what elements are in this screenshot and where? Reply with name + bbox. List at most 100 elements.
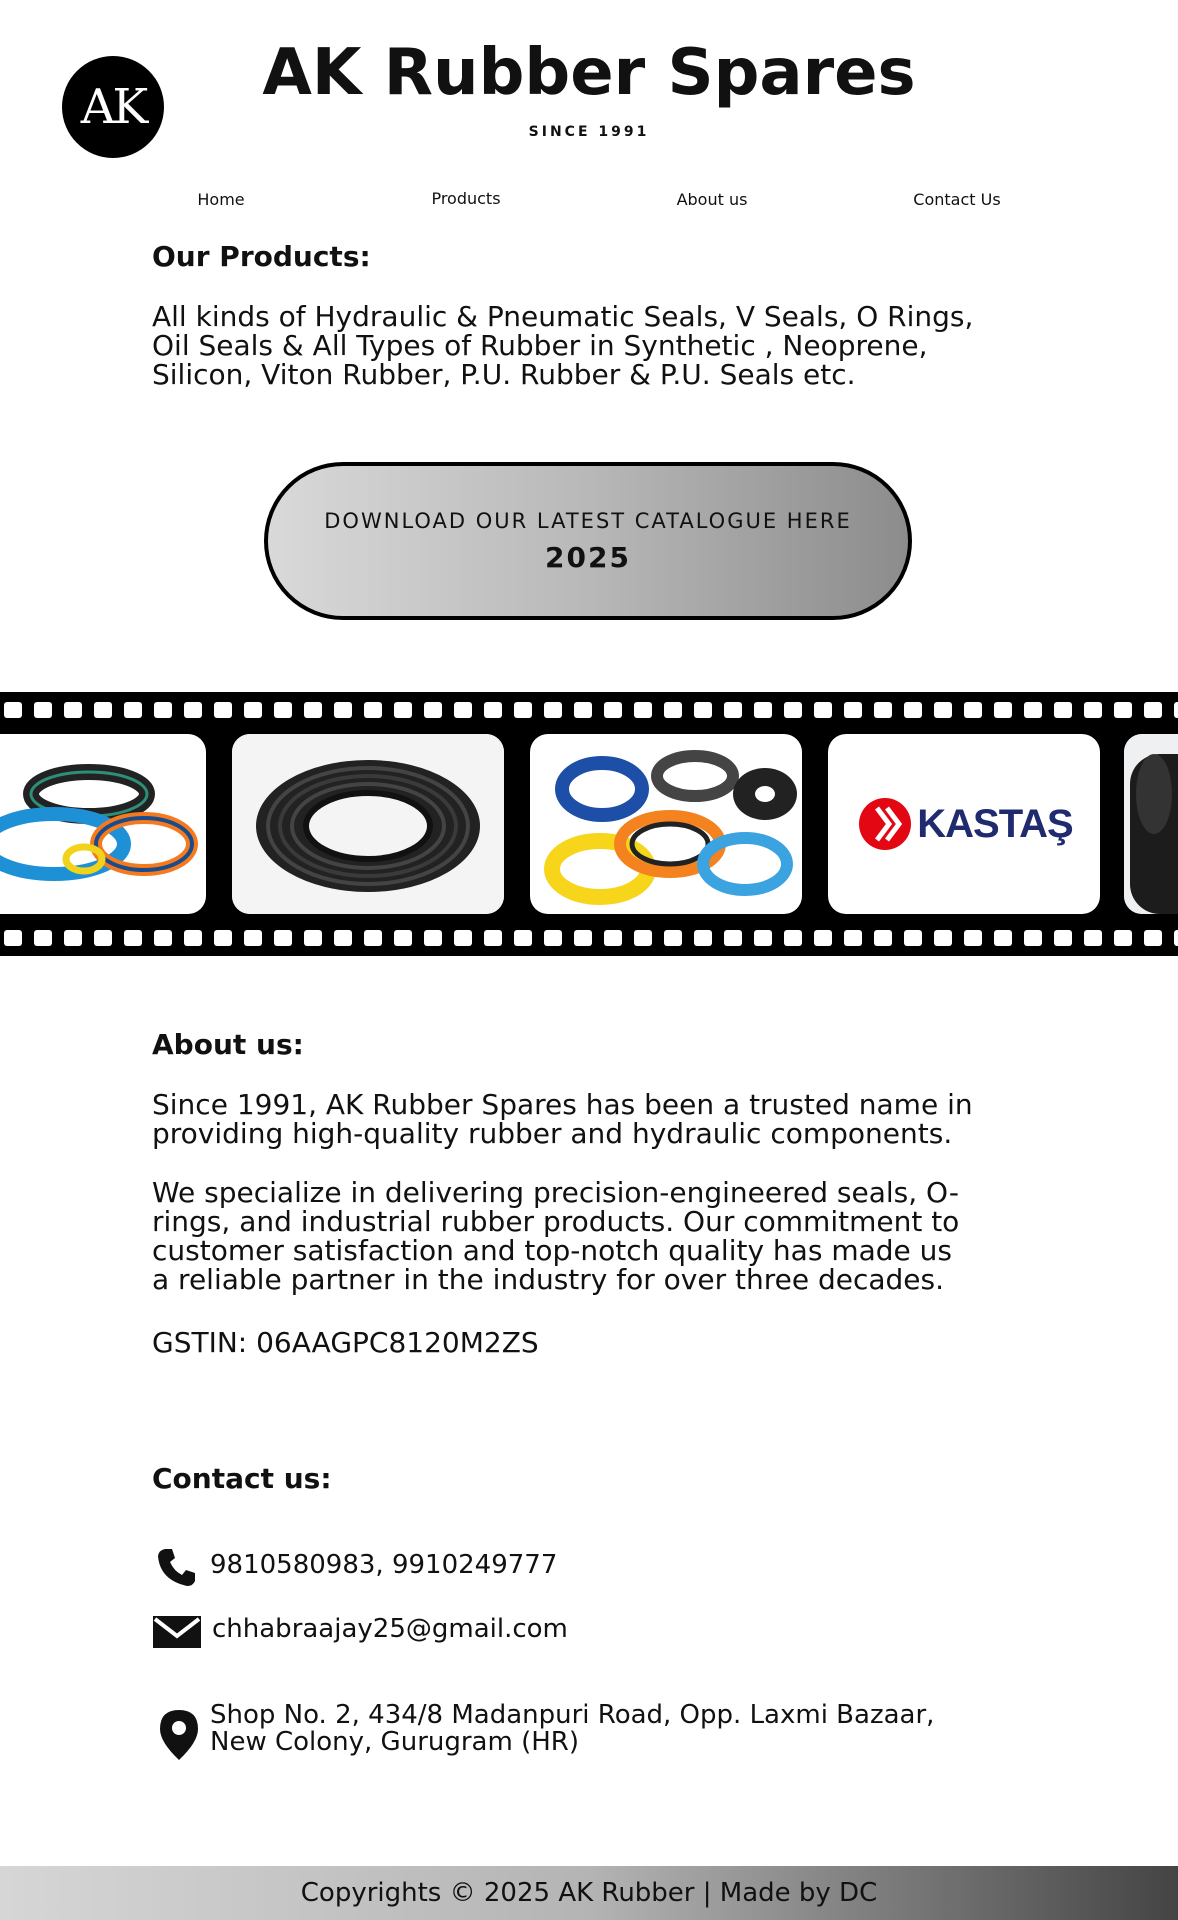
film-perforation [544, 702, 562, 718]
about-line: Since 1991, AK Rubber Spares has been a … [152, 1088, 973, 1121]
film-perforation [124, 702, 142, 718]
film-perforation [334, 702, 352, 718]
film-perforation [1174, 702, 1178, 718]
site-title: AK Rubber Spares [262, 36, 916, 110]
film-perforation [64, 930, 82, 946]
film-perforation [94, 702, 112, 718]
film-perforation [574, 930, 592, 946]
nav-contact-us[interactable]: Contact Us [857, 190, 1057, 209]
email-icon [153, 1616, 201, 1652]
film-perforation [364, 702, 382, 718]
product-image-assorted-seals [530, 734, 802, 914]
about-line: We specialize in delivering precision-en… [152, 1176, 959, 1209]
film-perforation [364, 930, 382, 946]
film-perforation [724, 930, 742, 946]
film-perforation [1144, 702, 1162, 718]
about-intro: Since 1991, AK Rubber Spares has been a … [152, 1090, 1032, 1148]
product-film-strip: KASTAŞ [0, 692, 1178, 956]
film-perforation [934, 702, 952, 718]
about-details: We specialize in delivering precision-en… [152, 1178, 1032, 1294]
film-perforation [964, 702, 982, 718]
film-perforations-top [0, 702, 1178, 718]
film-perforation [604, 702, 622, 718]
products-line: Oil Seals & All Types of Rubber in Synth… [152, 329, 928, 362]
film-perforation [634, 702, 652, 718]
nav-about-us[interactable]: About us [612, 190, 812, 209]
film-perforation [994, 702, 1012, 718]
kastas-logo-icon [859, 798, 912, 850]
film-perforation [784, 930, 802, 946]
products-line: All kinds of Hydraulic & Pneumatic Seals… [152, 300, 974, 333]
copyright-text: Copyrights © 2025 AK Rubber | Made by DC [300, 1878, 878, 1908]
film-perforation [184, 702, 202, 718]
download-catalogue-button[interactable]: DOWNLOAD OUR LATEST CATALOGUE HERE 2025 [264, 462, 912, 620]
film-perforation [904, 930, 922, 946]
film-perforation [304, 702, 322, 718]
film-perforation [814, 930, 832, 946]
film-perforation [94, 930, 112, 946]
film-perforation [1084, 702, 1102, 718]
film-perforation [244, 930, 262, 946]
film-perforation [1144, 930, 1162, 946]
film-perforations-bottom [0, 930, 1178, 946]
film-perforation [154, 930, 172, 946]
email-address[interactable]: chhabraajay25@gmail.com [212, 1614, 568, 1644]
film-perforation [454, 930, 472, 946]
film-perforation [424, 702, 442, 718]
products-line: Silicon, Viton Rubber, P.U. Rubber & P.U… [152, 358, 856, 391]
film-perforation [874, 702, 892, 718]
product-image-rubber-cord [232, 734, 504, 914]
film-perforation [994, 930, 1012, 946]
film-perforation [1054, 930, 1072, 946]
phone-icon [156, 1546, 198, 1592]
film-perforation [694, 930, 712, 946]
film-perforation [664, 930, 682, 946]
film-perforation [1084, 930, 1102, 946]
film-perforation [754, 702, 772, 718]
film-perforation [1114, 702, 1132, 718]
film-perforation [1114, 930, 1132, 946]
about-line: providing high-quality rubber and hydrau… [152, 1117, 953, 1150]
film-perforation [4, 930, 22, 946]
film-perforation [874, 930, 892, 946]
film-perforation [1174, 930, 1178, 946]
address-line: New Colony, Gurugram (HR) [210, 1727, 579, 1757]
film-perforation [904, 702, 922, 718]
film-perforation [964, 930, 982, 946]
film-perforation [154, 702, 172, 718]
film-perforation [814, 702, 832, 718]
nav-products[interactable]: Products [366, 189, 566, 208]
film-perforation [724, 702, 742, 718]
nav-home[interactable]: Home [121, 190, 321, 209]
film-perforation [4, 702, 22, 718]
film-perforation [454, 702, 472, 718]
film-perforation [64, 702, 82, 718]
film-perforation [34, 930, 52, 946]
phone-numbers[interactable]: 9810580983, 9910249777 [210, 1550, 557, 1580]
film-perforation [574, 702, 592, 718]
film-perforation [784, 702, 802, 718]
about-line: rings, and industrial rubber products. O… [152, 1205, 960, 1238]
film-perforation [634, 930, 652, 946]
products-description: All kinds of Hydraulic & Pneumatic Seals… [152, 302, 1032, 389]
film-perforation [604, 930, 622, 946]
film-perforation [844, 702, 862, 718]
film-perforation [514, 702, 532, 718]
film-perforation [244, 702, 262, 718]
address-line: Shop No. 2, 434/8 Madanpuri Road, Opp. L… [210, 1700, 935, 1730]
film-perforation [394, 930, 412, 946]
contact-heading: Contact us: [152, 1462, 332, 1495]
film-perforation [304, 930, 322, 946]
location-pin-icon [158, 1708, 200, 1766]
film-perforation [934, 930, 952, 946]
film-perforation [274, 930, 292, 946]
film-perforation [1024, 702, 1042, 718]
film-perforation [544, 930, 562, 946]
since-tagline: SINCE 1991 [528, 124, 650, 140]
film-perforation [1054, 702, 1072, 718]
film-perforation [214, 930, 232, 946]
film-perforation [664, 702, 682, 718]
film-perforation [484, 930, 502, 946]
products-heading: Our Products: [152, 240, 371, 273]
product-image-rubber-sheet [1124, 734, 1178, 914]
